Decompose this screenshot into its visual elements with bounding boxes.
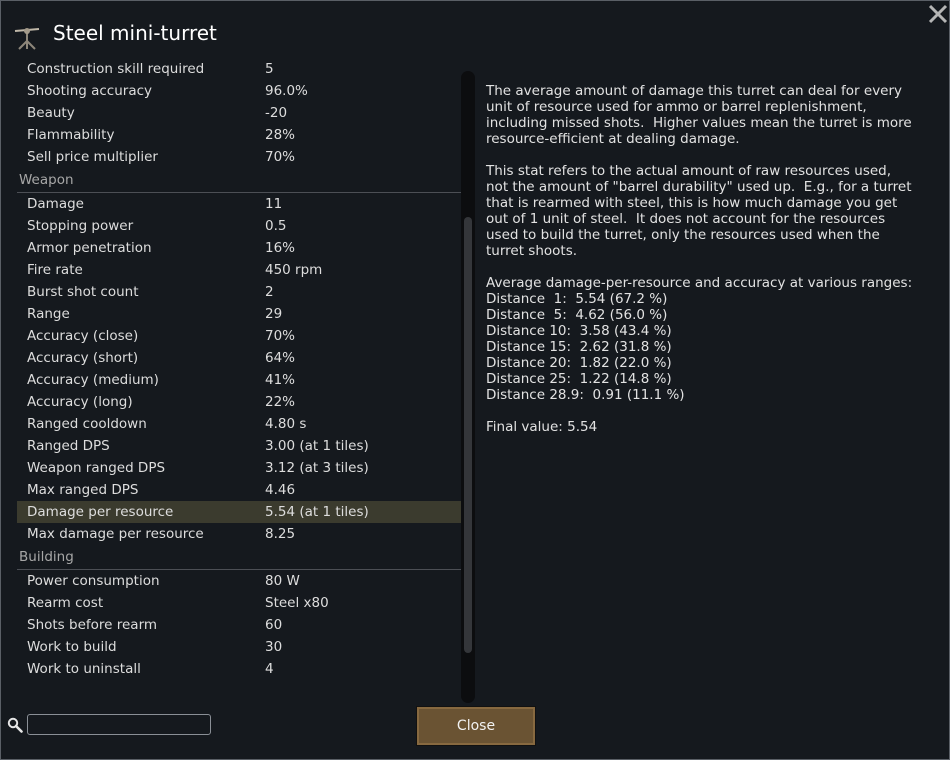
stat-value: 8.25 [265,526,296,542]
stat-row[interactable]: Ranged DPS 3.00 (at 1 tiles) [17,435,461,457]
stat-row[interactable]: Work to uninstall 4 [17,658,461,680]
stat-label: Burst shot count [27,284,139,300]
stat-value: 28% [265,127,296,143]
stat-value: 30 [265,639,283,655]
stat-value: 3.12 (at 3 tiles) [265,460,369,476]
stat-label: Accuracy (short) [27,350,139,366]
stat-label: Damage [27,196,84,212]
stat-label: Shooting accuracy [27,83,153,99]
stat-label: Accuracy (close) [27,328,139,344]
stat-row[interactable]: Work to build 30 [17,636,461,658]
stat-row[interactable]: Rearm cost Steel x80 [17,592,461,614]
stat-value: 4.80 s [265,416,307,432]
stat-row[interactable]: Sell price multiplier 70% [17,146,461,168]
stat-row[interactable]: Accuracy (medium) 41% [17,369,461,391]
stat-label: Construction skill required [27,62,205,77]
category-header-building: Building [17,545,461,570]
stat-row[interactable]: Damage 11 [17,193,461,215]
stat-label: Range [27,306,70,322]
stat-value: -20 [265,105,288,121]
stat-label: Ranged DPS [27,438,110,454]
stat-value: 2 [265,284,274,300]
stats-window: Steel mini-turret Construction skill req… [0,0,950,760]
stat-value: 5 [265,62,274,77]
stat-value: 4 [265,661,274,677]
stat-label: Accuracy (long) [27,394,133,410]
stat-label: Power consumption [27,573,160,589]
stat-description: The average amount of damage this turret… [486,83,913,435]
stat-label: Fire rate [27,262,83,278]
stat-row-selected[interactable]: Damage per resource 5.54 (at 1 tiles) [17,501,461,523]
stat-label: Damage per resource [27,504,174,520]
stat-value: 450 rpm [265,262,323,278]
stat-row[interactable]: Max ranged DPS 4.46 [17,479,461,501]
stat-label: Work to uninstall [27,661,141,677]
stat-label: Stopping power [27,218,134,234]
stat-list[interactable]: Construction skill required 5 Shooting a… [17,62,461,692]
stat-row[interactable]: Max damage per resource 8.25 [17,523,461,545]
stat-row[interactable]: Power consumption 80 W [17,570,461,592]
stat-row[interactable]: Shots before rearm 60 [17,614,461,636]
close-button[interactable]: Close [416,706,536,746]
stat-value: 0.5 [265,218,287,234]
stat-label: Max ranged DPS [27,482,139,498]
stat-value: 64% [265,350,296,366]
stat-row[interactable]: Ranged cooldown 4.80 s [17,413,461,435]
stat-row[interactable]: Accuracy (close) 70% [17,325,461,347]
stat-row[interactable]: Flammability 28% [17,124,461,146]
stat-label: Armor penetration [27,240,152,256]
stat-value: 29 [265,306,283,322]
stat-row[interactable]: Accuracy (short) 64% [17,347,461,369]
stat-label: Shots before rearm [27,617,158,633]
stat-label: Max damage per resource [27,526,204,542]
stat-value: 16% [265,240,296,256]
stat-label: Ranged cooldown [27,416,147,432]
stat-value: 41% [265,372,296,388]
stat-label: Accuracy (medium) [27,372,159,388]
window-title: Steel mini-turret [53,21,217,45]
stat-value: 4.46 [265,482,296,498]
search-input[interactable] [27,714,211,735]
stat-row[interactable]: Shooting accuracy 96.0% [17,80,461,102]
stat-value: 96.0% [265,83,308,99]
stat-list-scrollbar[interactable] [461,71,475,703]
stat-value: 70% [265,328,296,344]
scrollbar-thumb[interactable] [464,217,472,653]
stat-row[interactable]: Fire rate 450 rpm [17,259,461,281]
stat-row[interactable]: Armor penetration 16% [17,237,461,259]
stat-value: 80 W [265,573,300,589]
stat-value: 70% [265,149,296,165]
stat-value: 22% [265,394,296,410]
stat-value: 60 [265,617,283,633]
close-icon[interactable] [927,3,949,25]
stat-value: 3.00 (at 1 tiles) [265,438,369,454]
stat-value: 5.54 (at 1 tiles) [265,504,369,520]
stat-label: Beauty [27,105,75,121]
stat-row[interactable]: Burst shot count 2 [17,281,461,303]
stat-label: Weapon ranged DPS [27,460,166,476]
stat-label: Rearm cost [27,595,104,611]
stat-value: Steel x80 [265,595,329,611]
category-header-weapon: Weapon [17,168,461,193]
stat-value: 11 [265,196,283,212]
search-icon [7,717,23,733]
stat-label: Work to build [27,639,117,655]
stat-row[interactable]: Construction skill required 5 [17,62,461,80]
stat-row[interactable]: Stopping power 0.5 [17,215,461,237]
stat-label: Flammability [27,127,115,143]
stat-row[interactable]: Range 29 [17,303,461,325]
stat-row[interactable]: Beauty -20 [17,102,461,124]
stat-row[interactable]: Weapon ranged DPS 3.12 (at 3 tiles) [17,457,461,479]
stat-label: Sell price multiplier [27,149,158,165]
turret-icon [14,28,40,50]
stat-row[interactable]: Accuracy (long) 22% [17,391,461,413]
